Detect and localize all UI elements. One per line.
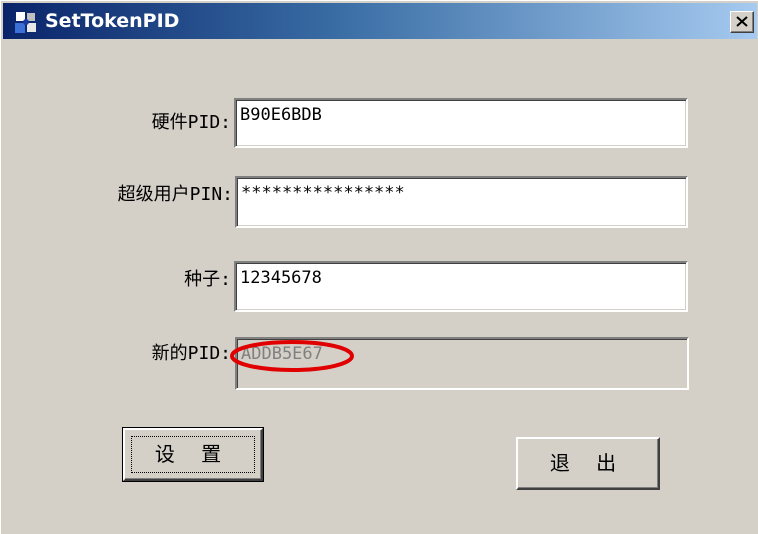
exit-button[interactable]: 退 出 (516, 437, 660, 490)
app-icon (15, 12, 36, 33)
seed-input[interactable]: 12345678 (234, 261, 688, 312)
seed-label: 种子: (184, 269, 231, 290)
close-icon (736, 16, 748, 27)
set-button-label: 设 置 (154, 442, 232, 466)
dialog-window: SetTokenPID 硬件PID: B90E6BDB 超级用户PIN: ***… (0, 0, 758, 534)
new-pid-label: 新的PID: (151, 343, 231, 364)
title-bar[interactable]: SetTokenPID (3, 3, 757, 39)
hardware-pid-label: 硬件PID: (151, 112, 231, 133)
highlight-circle (230, 340, 354, 372)
super-user-pin-label: 超级用户PIN: (117, 184, 233, 205)
close-button[interactable] (730, 11, 754, 33)
super-user-pin-input[interactable]: **************** (235, 176, 688, 228)
exit-button-label: 退 出 (549, 451, 627, 475)
hardware-pid-input[interactable]: B90E6BDB (234, 98, 688, 148)
set-button[interactable]: 设 置 (122, 427, 264, 482)
window-title: SetTokenPID (45, 10, 180, 32)
